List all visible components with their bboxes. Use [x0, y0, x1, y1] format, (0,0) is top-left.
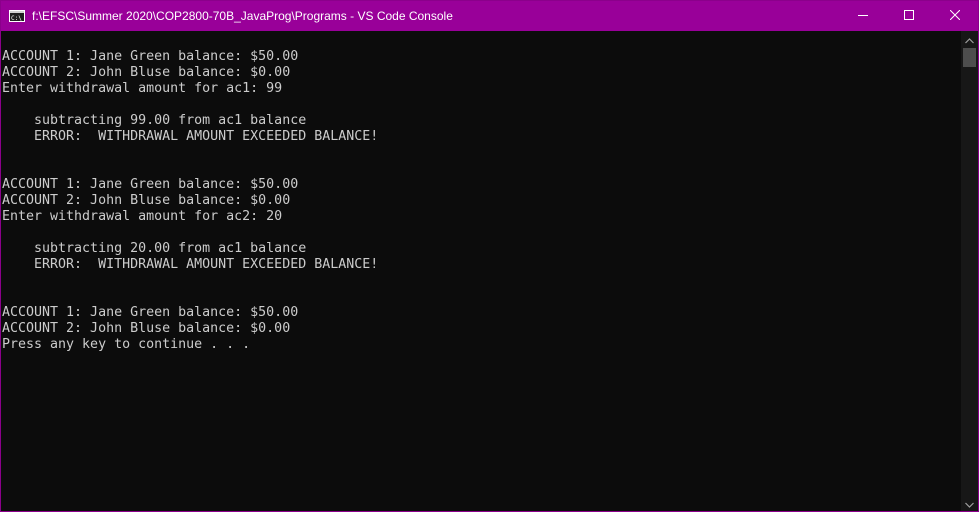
maximize-button[interactable] [886, 1, 932, 31]
console-output[interactable]: ACCOUNT 1: Jane Green balance: $50.00 AC… [1, 31, 961, 511]
chevron-up-icon [965, 31, 974, 49]
console-line: ERROR: WITHDRAWAL AMOUNT EXCEEDED BALANC… [2, 257, 379, 272]
console-line: Enter withdrawal amount for ac1: 99 [2, 81, 283, 96]
console-line: ACCOUNT 1: Jane Green balance: $50.00 [2, 49, 299, 64]
scroll-up-button[interactable] [961, 31, 978, 48]
svg-text:C:\: C:\ [11, 15, 22, 22]
title-bar[interactable]: C:\ f:\EFSC\Summer 2020\COP2800-70B_Java… [1, 1, 978, 31]
minimize-icon [858, 9, 868, 23]
close-button[interactable] [932, 1, 978, 31]
chevron-down-icon [965, 495, 974, 512]
vertical-scrollbar[interactable] [961, 31, 978, 512]
window-controls [840, 1, 978, 31]
console-line: ACCOUNT 1: Jane Green balance: $50.00 [2, 177, 299, 192]
close-icon [949, 9, 961, 23]
minimize-button[interactable] [840, 1, 886, 31]
console-line: ACCOUNT 2: John Bluse balance: $0.00 [2, 65, 291, 80]
console-line: ACCOUNT 2: John Bluse balance: $0.00 [2, 321, 291, 336]
console-line: subtracting 20.00 from ac1 balance [2, 241, 307, 256]
console-line: subtracting 99.00 from ac1 balance [2, 113, 307, 128]
scroll-down-button[interactable] [961, 495, 978, 512]
scroll-thumb[interactable] [963, 48, 976, 67]
console-line: ACCOUNT 2: John Bluse balance: $0.00 [2, 193, 291, 208]
console-line: ERROR: WITHDRAWAL AMOUNT EXCEEDED BALANC… [2, 129, 379, 144]
window-title: f:\EFSC\Summer 2020\COP2800-70B_JavaProg… [32, 9, 453, 23]
maximize-icon [904, 9, 914, 23]
console-line: ACCOUNT 1: Jane Green balance: $50.00 [2, 305, 299, 320]
console-line: Press any key to continue . . . [2, 337, 251, 352]
console-window: C:\ f:\EFSC\Summer 2020\COP2800-70B_Java… [0, 0, 979, 512]
console-line: Enter withdrawal amount for ac2: 20 [2, 209, 283, 224]
cmd-console-icon[interactable]: C:\ [9, 10, 25, 22]
